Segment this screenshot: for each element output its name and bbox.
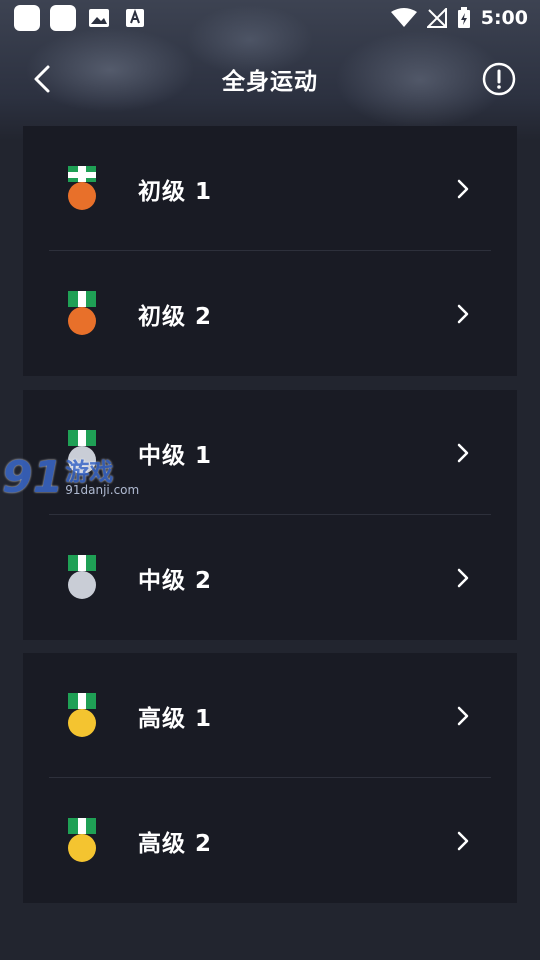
notification-icon [14,5,40,31]
watermark-logo: 91 [2,452,64,503]
back-button[interactable] [28,64,58,94]
chevron-right-icon [457,706,469,725]
list-item[interactable]: 中级 2 [23,515,517,640]
no-signal-icon [426,8,447,28]
info-button[interactable] [482,62,516,96]
chevron-right-icon [457,304,469,323]
chevron-right-icon [457,568,469,587]
watermark-url: 91danji.com [65,482,140,497]
chevron-right-icon [457,179,469,198]
level-label: 中级 1 [138,442,213,469]
watermark: 91 游戏 91danji.com [2,452,139,503]
list-item[interactable]: 高级 1 [23,653,517,778]
page-title: 全身运动 [222,69,318,95]
bronze-medal-icon [68,291,96,335]
status-bar: 5:00 [0,0,540,36]
chevron-right-icon [457,443,469,462]
level-label: 高级 2 [138,830,213,857]
level-label: 初级 2 [138,303,213,330]
silver-medal-icon [68,555,96,599]
chevron-right-icon [457,831,469,850]
level-label: 初级 1 [138,178,213,205]
level-label: 高级 1 [138,705,213,732]
list-item[interactable]: 高级 2 [23,778,517,903]
list-item[interactable]: 初级 1 [23,126,517,251]
image-icon [86,5,112,31]
gold-medal-icon [68,818,96,862]
wifi-icon [390,8,417,27]
status-time: 5:00 [480,7,528,29]
bronze-medal-icon [68,166,96,210]
gold-medal-icon [68,693,96,737]
watermark-name: 游戏 [65,457,114,486]
battery-charging-icon [457,7,470,28]
list-item[interactable]: 初级 2 [23,251,517,376]
notification-icon [50,5,76,31]
app-header: 全身运动 [0,52,540,106]
text-a-icon [122,5,148,31]
level-group-beginner: 初级 1 初级 2 [23,126,517,376]
level-label: 中级 2 [138,567,213,594]
level-group-intermediate: 中级 1 中级 2 [23,390,517,640]
level-group-advanced: 高级 1 高级 2 [23,653,517,903]
